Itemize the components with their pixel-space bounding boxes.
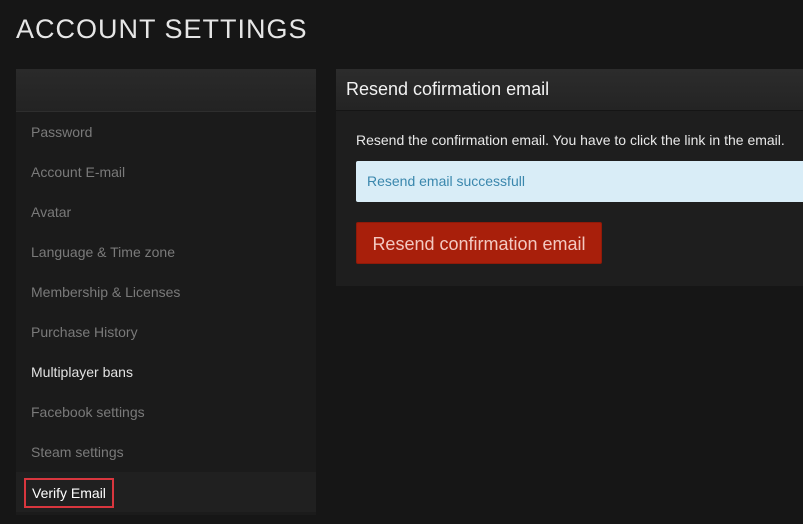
resend-confirmation-panel: Resend cofirmation email Resend the conf… xyxy=(336,69,803,286)
sidebar-item-account-email[interactable]: Account E-mail xyxy=(16,152,316,192)
sidebar-item-password[interactable]: Password xyxy=(16,112,316,152)
sidebar-item-membership-licenses[interactable]: Membership & Licenses xyxy=(16,272,316,312)
account-settings-page: ACCOUNT SETTINGS Password Account E-mail… xyxy=(0,0,803,524)
sidebar-list: Password Account E-mail Avatar Language … xyxy=(16,112,316,512)
sidebar-header xyxy=(16,69,316,112)
sidebar-item-avatar[interactable]: Avatar xyxy=(16,192,316,232)
success-alert: Resend email successfull xyxy=(356,161,803,202)
panel-body: Resend the confirmation email. You have … xyxy=(336,111,803,264)
panel-title: Resend cofirmation email xyxy=(336,69,803,111)
page-title: ACCOUNT SETTINGS xyxy=(16,14,308,44)
sidebar-item-purchase-history[interactable]: Purchase History xyxy=(16,312,316,352)
sidebar-item-language-timezone[interactable]: Language & Time zone xyxy=(16,232,316,272)
sidebar-item-facebook-settings[interactable]: Facebook settings xyxy=(16,392,316,432)
sidebar-item-verify-email-label: Verify Email xyxy=(24,478,114,508)
sidebar-item-multiplayer-bans[interactable]: Multiplayer bans xyxy=(16,352,316,392)
sidebar-item-steam-settings[interactable]: Steam settings xyxy=(16,432,316,472)
sidebar-item-verify-email[interactable]: Verify Email xyxy=(16,472,316,512)
panel-description: Resend the confirmation email. You have … xyxy=(356,132,785,148)
resend-confirmation-button[interactable]: Resend confirmation email xyxy=(356,222,602,264)
settings-sidebar: Password Account E-mail Avatar Language … xyxy=(16,69,316,515)
